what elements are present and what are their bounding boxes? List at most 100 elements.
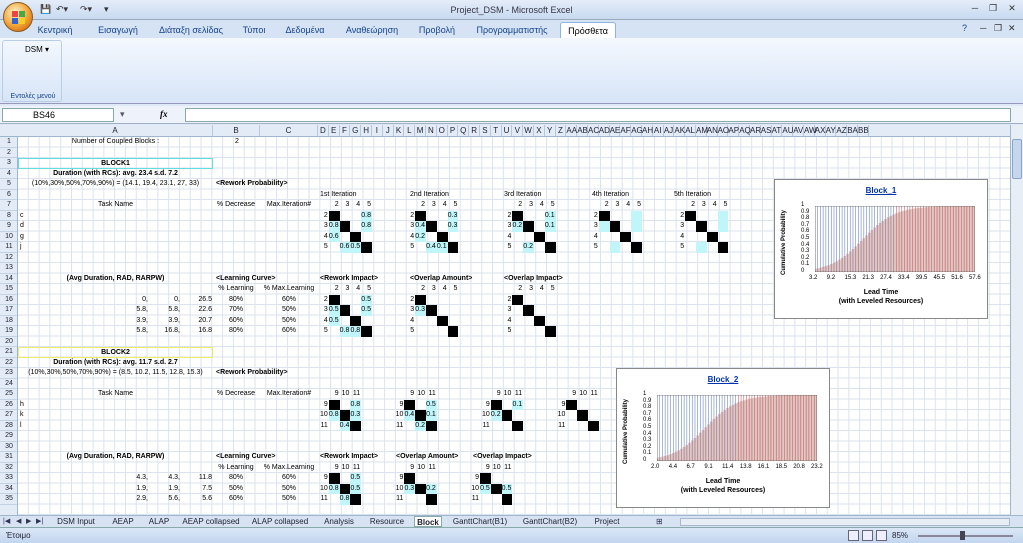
column-header-ai[interactable]: AI <box>653 125 664 136</box>
row-header-34[interactable]: 34 <box>0 484 17 494</box>
row-header-28[interactable]: 28 <box>0 421 17 431</box>
column-header-as[interactable]: AS <box>761 125 772 136</box>
column-header-s[interactable]: S <box>480 125 491 136</box>
column-header-aj[interactable]: AJ <box>664 125 675 136</box>
column-header-ay[interactable]: AY <box>826 125 837 136</box>
next-sheet-icon[interactable]: ▶ <box>26 517 31 525</box>
column-header-j[interactable]: J <box>383 125 394 136</box>
column-header-az[interactable]: AZ <box>836 125 848 136</box>
column-header-ax[interactable]: AX <box>815 125 826 136</box>
column-header-c[interactable]: C <box>260 125 318 136</box>
row-header-19[interactable]: 19 <box>0 326 17 337</box>
sheet-tab-ganttchart-b1-[interactable]: GanttChart(B1) <box>448 516 512 527</box>
column-header-d[interactable]: D <box>318 125 329 136</box>
zoom-level[interactable]: 85% <box>892 531 908 540</box>
page-break-view-icon[interactable] <box>876 530 887 541</box>
sheet-tab-alap-collapsed[interactable]: ALAP collapsed <box>248 516 312 527</box>
sheet-tab-aeap[interactable]: AEAP <box>108 516 138 527</box>
tab-review[interactable]: Αναθεώρηση <box>340 22 404 38</box>
row-header-20[interactable]: 20 <box>0 337 17 347</box>
column-header-k[interactable]: K <box>394 125 405 136</box>
column-header-y[interactable]: Y <box>545 125 556 136</box>
row-header-17[interactable]: 17 <box>0 305 17 316</box>
row-header-10[interactable]: 10 <box>0 232 17 242</box>
block1-chart[interactable]: Block_1 Cumulative Probability 1 0.9 0.8 0.… <box>774 179 988 319</box>
normal-view-icon[interactable] <box>848 530 859 541</box>
ribbon-minimize-icon[interactable]: ─ <box>980 23 986 33</box>
column-header-l[interactable]: L <box>404 125 416 136</box>
row-header-11[interactable]: 11 <box>0 242 17 253</box>
ribbon-restore-icon[interactable]: ❐ <box>994 23 1002 34</box>
sheet-tab-ganttchart-b2-[interactable]: GanttChart(B2) <box>518 516 582 527</box>
sheet-tab-alap[interactable]: ALAP <box>144 516 174 527</box>
tab-developer[interactable]: Προγραμματιστής <box>472 22 552 38</box>
row-header-2[interactable]: 2 <box>0 148 17 158</box>
row-header-8[interactable]: 8 <box>0 211 17 221</box>
column-header-ap[interactable]: AP <box>728 125 740 136</box>
vertical-scrollbar[interactable] <box>1010 125 1023 515</box>
row-header-16[interactable]: 16 <box>0 295 17 305</box>
row-header-12[interactable]: 12 <box>0 253 17 263</box>
tab-formulas[interactable]: Τύποι <box>236 22 272 38</box>
sheet-tab-dsm-input[interactable]: DSM Input <box>50 516 102 527</box>
row-header-31[interactable]: 31 <box>0 452 17 463</box>
column-header-ah[interactable]: AH <box>642 125 653 136</box>
column-header-r[interactable]: R <box>469 125 480 136</box>
close-icon[interactable]: ✕ <box>1005 2 1019 14</box>
dsm-menu-button[interactable]: DSM ▾ <box>25 45 49 54</box>
row-header-6[interactable]: 6 <box>0 190 17 200</box>
tab-view[interactable]: Προβολή <box>412 22 462 38</box>
row-header-5[interactable]: 5 <box>0 179 17 190</box>
name-box-dropdown-icon[interactable]: ▾ <box>120 109 125 120</box>
row-header-26[interactable]: 26 <box>0 400 17 410</box>
tab-page-layout[interactable]: Διάταξη σελίδας <box>152 22 230 38</box>
zoom-slider-handle[interactable] <box>960 531 965 540</box>
column-header-u[interactable]: U <box>502 125 513 136</box>
column-header-ag[interactable]: AG <box>631 125 643 136</box>
tab-data[interactable]: Δεδομένα <box>280 22 330 38</box>
column-header-at[interactable]: AT <box>772 125 783 136</box>
worksheet-grid[interactable]: Number of Coupled Blocks : 2 BLOCK1 Dura… <box>18 137 1010 515</box>
help-icon[interactable]: ? <box>962 23 967 33</box>
row-header-15[interactable]: 15 <box>0 284 17 295</box>
column-header-o[interactable]: O <box>437 125 448 136</box>
row-header-21[interactable]: 21 <box>0 347 17 358</box>
formula-input[interactable] <box>185 108 1011 122</box>
column-header-w[interactable]: W <box>523 125 534 136</box>
row-header-29[interactable]: 29 <box>0 431 17 442</box>
row-header-1[interactable]: 1 <box>0 137 17 148</box>
row-header-33[interactable]: 33 <box>0 473 17 484</box>
column-header-e[interactable]: E <box>329 125 340 136</box>
block2-chart[interactable]: Block_2 Cumulative Probability 1 0.9 0.8 0.… <box>616 368 830 508</box>
sheet-tab-project[interactable]: Project <box>588 516 626 527</box>
row-header-32[interactable]: 32 <box>0 463 17 473</box>
tab-add-ins[interactable]: Πρόσθετα <box>560 22 616 38</box>
column-header-x[interactable]: X <box>534 125 545 136</box>
column-header-ad[interactable]: AD <box>599 125 610 136</box>
row-header-25[interactable]: 25 <box>0 389 17 400</box>
sheet-tab-resource[interactable]: Resource <box>366 516 408 527</box>
maximize-icon[interactable]: ❐ <box>986 2 1000 14</box>
column-header-ae[interactable]: AE <box>610 125 621 136</box>
column-header-f[interactable]: F <box>340 125 351 136</box>
row-header-35[interactable]: 35 <box>0 494 17 505</box>
row-header-27[interactable]: 27 <box>0 410 17 421</box>
column-header-av[interactable]: AV <box>793 125 804 136</box>
column-header-g[interactable]: G <box>350 125 362 136</box>
column-header-z[interactable]: Z <box>556 125 567 136</box>
column-header-a[interactable]: A <box>18 125 213 136</box>
row-header-18[interactable]: 18 <box>0 316 17 326</box>
vertical-scroll-thumb[interactable] <box>1012 139 1022 179</box>
prev-sheet-icon[interactable]: ◀ <box>16 517 21 525</box>
row-header-24[interactable]: 24 <box>0 379 17 389</box>
column-header-aa[interactable]: AA <box>566 125 578 136</box>
column-header-ak[interactable]: AK <box>674 125 686 136</box>
column-header-n[interactable]: N <box>426 125 437 136</box>
column-header-h[interactable]: H <box>361 125 372 136</box>
zoom-slider[interactable] <box>918 535 1013 537</box>
column-header-am[interactable]: AM <box>696 125 708 136</box>
column-header-an[interactable]: AN <box>707 125 718 136</box>
row-header-22[interactable]: 22 <box>0 358 17 368</box>
row-header-13[interactable]: 13 <box>0 263 17 274</box>
insert-sheet-icon[interactable]: ⊞ <box>656 517 663 526</box>
